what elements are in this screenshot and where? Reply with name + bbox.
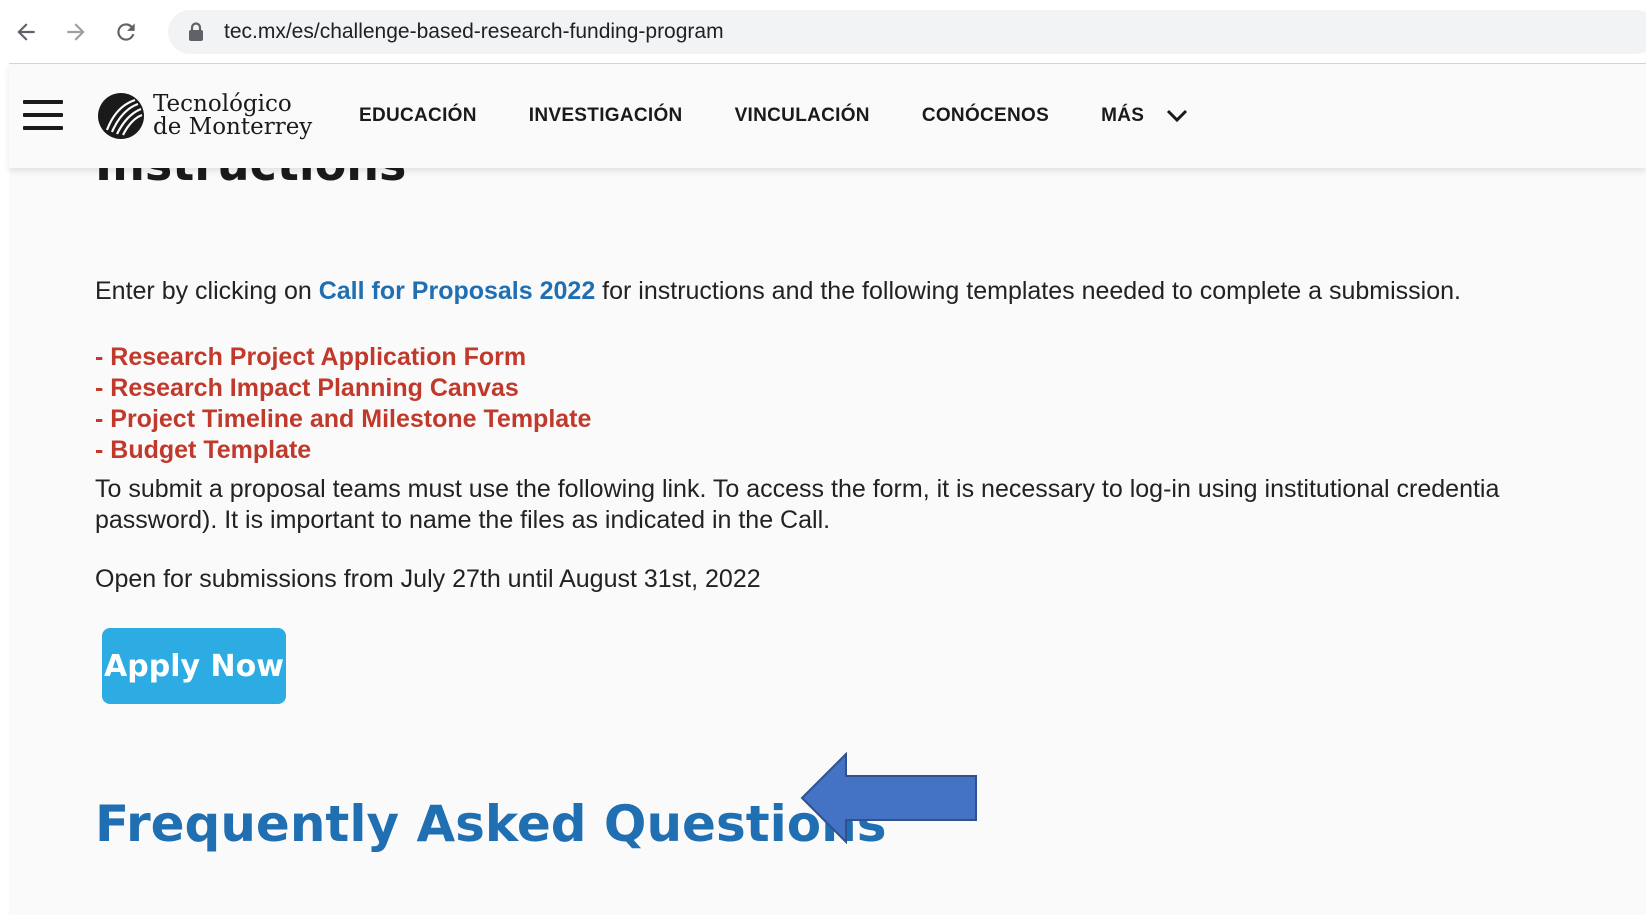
submit-instructions: To submit a proposal teams must use the … [95,475,1500,534]
site-header: Tecnológico de Monterrey EDUCACIÓN INVES… [9,64,1646,168]
hamburger-icon[interactable] [23,100,63,130]
template-list: - Research Project Application Form - Re… [95,342,591,466]
back-button[interactable] [8,14,44,50]
logo-line1: Tecnológico [153,91,292,117]
url-text: tec.mx/es/challenge-based-research-fundi… [224,20,724,43]
submission-dates: Open for submissions from July 27th unti… [95,565,761,593]
nav-item-educacion[interactable]: EDUCACIÓN [359,105,477,127]
chevron-down-icon [1167,109,1188,123]
nav-item-mas-label: MÁS [1101,105,1145,126]
nav-item-vinculacion[interactable]: VINCULACIÓN [735,105,870,127]
arrow-left-icon [17,23,35,41]
arrow-left-annotation [800,752,977,844]
apply-now-button[interactable]: Apply Now [102,628,286,704]
nav-item-conocenos[interactable]: CONÓCENOS [922,105,1049,127]
template-link-impact-canvas[interactable]: - Research Impact Planning Canvas [95,373,591,404]
reload-icon [117,23,135,41]
tec-logo-icon [98,93,144,139]
nav-item-mas[interactable]: MÁS [1101,105,1188,127]
arrow-right-icon [67,23,85,41]
lock-icon [189,22,203,41]
logo[interactable]: Tecnológico de Monterrey [97,88,312,144]
template-link-budget[interactable]: - Budget Template [95,435,591,466]
template-link-application-form[interactable]: - Research Project Application Form [95,342,591,373]
call-for-proposals-link[interactable]: Call for Proposals 2022 [319,277,596,305]
template-link-timeline[interactable]: - Project Timeline and Milestone Templat… [95,404,591,435]
forward-button[interactable] [58,14,94,50]
main-nav: EDUCACIÓN INVESTIGACIÓN VINCULACIÓN CONÓ… [359,64,1188,168]
address-bar[interactable]: tec.mx/es/challenge-based-research-fundi… [168,10,1646,54]
nav-item-investigacion[interactable]: INVESTIGACIÓN [529,105,683,127]
browser-toolbar: tec.mx/es/challenge-based-research-fundi… [0,0,1646,64]
logo-line2: de Monterrey [153,114,313,140]
intro-paragraph: Enter by clicking on Call for Proposals … [95,277,1461,305]
faq-heading[interactable]: Frequently Asked Questions [95,792,886,856]
reload-button[interactable] [108,14,144,50]
